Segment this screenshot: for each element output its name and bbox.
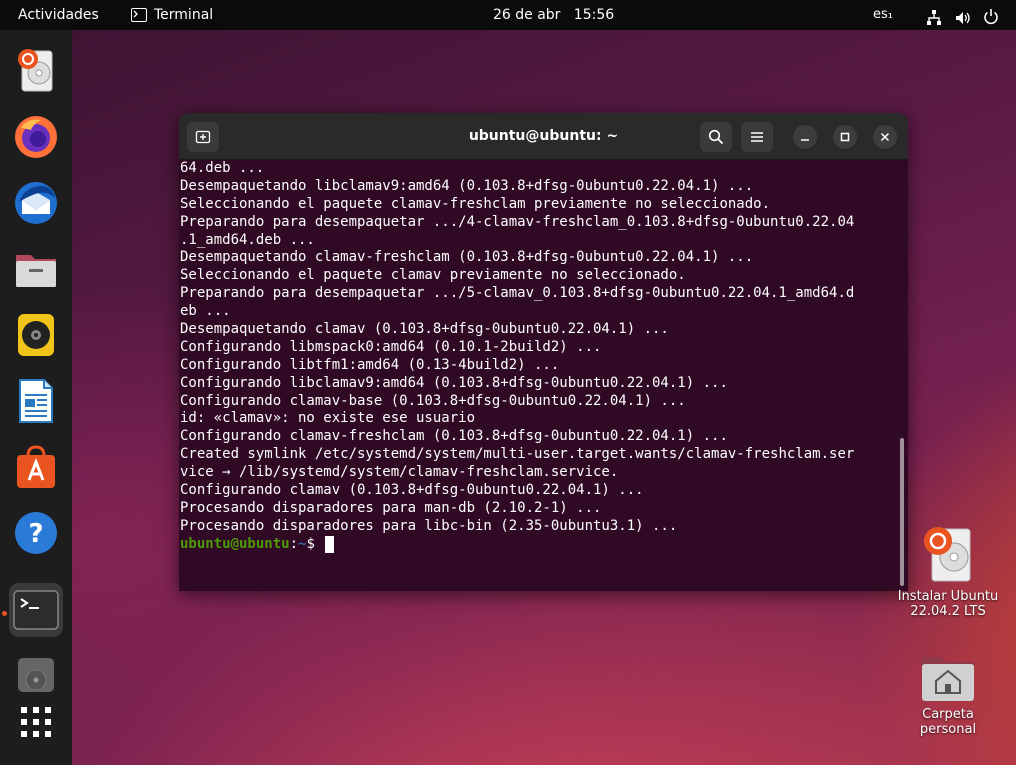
home-folder-icon bbox=[922, 657, 974, 701]
terminal-line: Configurando clamav-freshclam (0.103.8+d… bbox=[180, 428, 728, 445]
clock-time: 15:56 bbox=[573, 7, 615, 23]
show-apps-icon bbox=[21, 707, 51, 737]
app-center-icon bbox=[17, 445, 55, 488]
rhythmbox-icon bbox=[18, 314, 54, 356]
new-tab-icon bbox=[195, 130, 211, 144]
terminal-line: Configurando clamav-base (0.103.8+dfsg-0… bbox=[180, 392, 686, 409]
app-menu-label: Terminal bbox=[154, 7, 214, 23]
installer-label-line1: Instalar Ubuntu bbox=[897, 589, 999, 604]
text-cursor bbox=[325, 535, 335, 553]
dock-item-app-center[interactable] bbox=[9, 440, 63, 494]
dock-item-thunderbird[interactable] bbox=[9, 176, 63, 230]
terminal-line: eb ... bbox=[180, 303, 231, 320]
files-icon bbox=[16, 255, 56, 287]
desktop-icon-installer[interactable]: Instalar Ubuntu 22.04.2 LTS bbox=[893, 523, 1003, 619]
disk-icon bbox=[18, 658, 54, 692]
terminal-line: Desempaquetando clamav-freshclam (0.103.… bbox=[180, 249, 754, 266]
dock-item-firefox[interactable] bbox=[9, 110, 63, 164]
terminal-line: vice → /lib/systemd/system/clamav-freshc… bbox=[180, 464, 619, 481]
power-icon[interactable] bbox=[983, 6, 999, 25]
activities-button[interactable]: Actividades bbox=[18, 0, 99, 30]
desktop-icon-home[interactable]: Carpeta personal bbox=[893, 651, 1003, 737]
terminal-line: Procesando disparadores para man-db (2.1… bbox=[180, 499, 602, 516]
top-bar: Actividades Terminal 26 de abr 15:56 es₁ bbox=[0, 0, 1016, 30]
app-menu[interactable]: Terminal bbox=[131, 0, 213, 30]
hamburger-icon bbox=[751, 132, 763, 142]
search-button[interactable] bbox=[700, 122, 732, 152]
show-apps-button[interactable] bbox=[9, 695, 63, 749]
close-button[interactable] bbox=[873, 125, 897, 149]
terminal-output[interactable]: 64.deb ... Desempaquetando libclamav9:amd… bbox=[180, 160, 896, 588]
terminal-line: Configurando libclamav9:amd64 (0.103.8+d… bbox=[180, 374, 728, 391]
prompt-user: ubuntu@ubuntu bbox=[180, 535, 290, 552]
svg-text:?: ? bbox=[28, 519, 43, 549]
terminal-line: .1_amd64.deb ... bbox=[180, 231, 315, 248]
terminal-line: 64.deb ... bbox=[180, 160, 265, 176]
maximize-button[interactable] bbox=[833, 125, 857, 149]
prompt-symbol: $ bbox=[306, 535, 315, 552]
clock[interactable]: 26 de abr 15:56 bbox=[493, 0, 614, 30]
clock-date: 26 de abr bbox=[493, 7, 561, 23]
network-icon[interactable] bbox=[926, 7, 942, 25]
dock-item-writer[interactable] bbox=[9, 374, 63, 428]
terminal-line: Desempaquetando libclamav9:amd64 (0.103.… bbox=[180, 177, 754, 194]
dock: ? bbox=[0, 30, 72, 765]
dock-item-terminal[interactable] bbox=[9, 583, 63, 637]
dock-item-installer[interactable] bbox=[9, 44, 63, 98]
prompt-separator: : bbox=[289, 535, 299, 552]
close-icon bbox=[880, 132, 890, 142]
terminal-line: Procesando disparadores para libc-bin (2… bbox=[180, 517, 678, 534]
terminal-line: Created symlink /etc/systemd/system/mult… bbox=[180, 446, 855, 463]
prompt-line[interactable]: ubuntu@ubuntu:~$ bbox=[180, 535, 896, 554]
terminal-small-icon bbox=[131, 8, 147, 22]
maximize-icon bbox=[840, 132, 850, 142]
terminal-line: Configurando libmspack0:amd64 (0.10.1-2b… bbox=[180, 338, 602, 355]
help-icon: ? bbox=[15, 512, 57, 554]
dock-item-help[interactable]: ? bbox=[9, 506, 63, 560]
thunderbird-icon bbox=[15, 182, 57, 224]
home-label: Carpeta personal bbox=[919, 707, 977, 737]
minimize-button[interactable] bbox=[793, 125, 817, 149]
terminal-line: Configurando libtfm1:amd64 (0.13-4build2… bbox=[180, 356, 560, 373]
new-tab-button[interactable] bbox=[187, 122, 219, 152]
terminal-line: Preparando para desempaquetar .../5-clam… bbox=[180, 285, 855, 302]
terminal-line: Configurando clamav (0.103.8+dfsg-0ubunt… bbox=[180, 482, 644, 499]
terminal-line: Seleccionando el paquete clamav-freshcla… bbox=[180, 195, 771, 212]
dock-item-rhythmbox[interactable] bbox=[9, 308, 63, 362]
terminal-line: Seleccionando el paquete clamav previame… bbox=[180, 267, 686, 284]
terminal-line: Preparando para desempaquetar .../4-clam… bbox=[180, 213, 855, 230]
terminal-titlebar[interactable]: ubuntu@ubuntu: ~ bbox=[179, 113, 908, 160]
volume-icon[interactable] bbox=[955, 7, 971, 24]
terminal-line: id: «clamav»: no existe ese usuario bbox=[180, 410, 476, 427]
terminal-line: Desempaquetando clamav (0.103.8+dfsg-0ub… bbox=[180, 321, 669, 338]
terminal-icon bbox=[13, 590, 59, 630]
firefox-icon bbox=[15, 116, 57, 158]
ubuntu-installer-icon bbox=[18, 49, 53, 92]
minimize-icon bbox=[801, 139, 809, 141]
libreoffice-writer-icon bbox=[19, 379, 53, 423]
terminal-window[interactable]: ubuntu@ubuntu: ~ 64.deb ... Desempaquetan… bbox=[179, 113, 908, 591]
dock-item-files[interactable] bbox=[9, 242, 63, 296]
dock-item-disk[interactable] bbox=[9, 647, 63, 701]
ubuntu-installer-icon bbox=[924, 527, 971, 582]
search-icon bbox=[708, 129, 724, 145]
menu-button[interactable] bbox=[741, 122, 773, 152]
installer-label-line2: 22.04.2 LTS bbox=[910, 604, 986, 619]
running-indicator bbox=[2, 611, 7, 616]
keyboard-layout[interactable]: es₁ bbox=[873, 0, 893, 30]
